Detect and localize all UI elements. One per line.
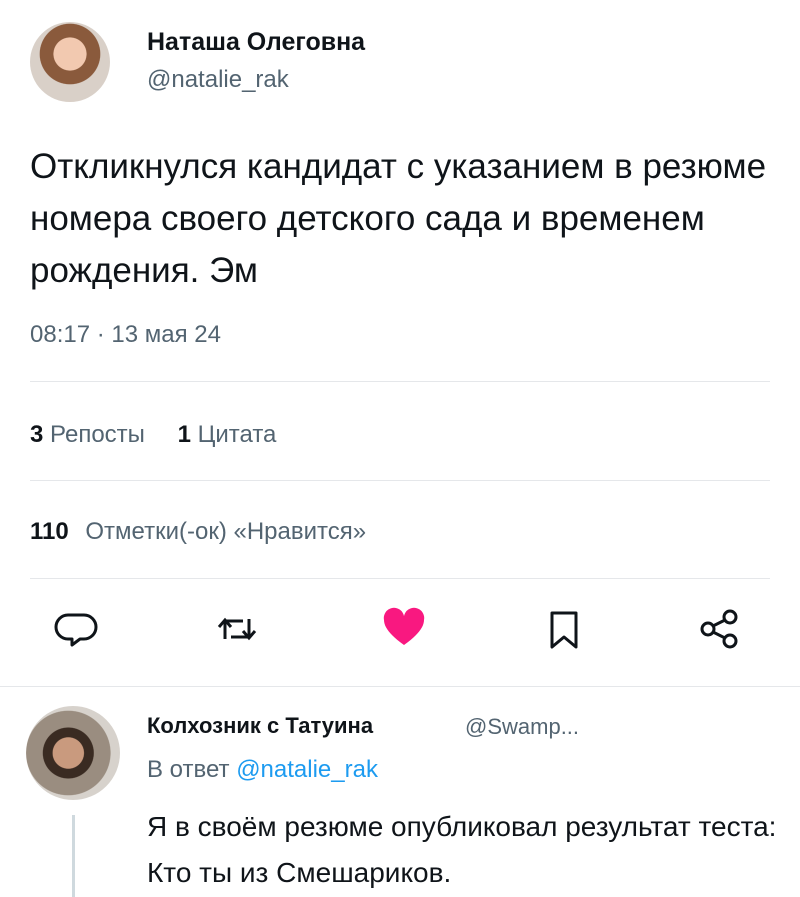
share-button[interactable] xyxy=(696,605,744,653)
bookmark-icon xyxy=(550,611,578,649)
divider xyxy=(30,381,770,382)
reply-text: Я в своём резюме опубликовал результат т… xyxy=(147,811,777,888)
quotes-label: Цитата xyxy=(197,421,277,448)
likes-stat[interactable]: 110 Отметки(-ок) «Нравится» xyxy=(30,518,366,546)
like-button[interactable] xyxy=(380,605,428,653)
quotes-stat[interactable]: 1 Цитата xyxy=(178,421,277,448)
divider xyxy=(0,686,800,687)
reply-to-line: В ответ @natalie_rak xyxy=(147,756,378,784)
tweet-text: Откликнулся кандидат с указанием в резюм… xyxy=(30,147,767,290)
repost-icon xyxy=(217,617,257,641)
reply-to-mention[interactable]: @natalie_rak xyxy=(236,756,378,783)
heart-icon xyxy=(383,607,425,645)
author-name[interactable]: Наташа Олеговна xyxy=(147,28,365,57)
action-bar xyxy=(0,595,800,665)
reposts-stat[interactable]: 3 Репосты xyxy=(30,421,145,448)
reply-author-avatar[interactable] xyxy=(26,706,120,800)
author-handle[interactable]: @natalie_rak xyxy=(147,66,289,94)
reply-author-name[interactable]: Колхозник с Татуина xyxy=(147,713,373,739)
reply-to-prefix: В ответ xyxy=(147,756,230,783)
likes-label: Отметки(-ок) «Нравится» xyxy=(85,518,367,545)
reply-icon xyxy=(54,613,98,647)
share-icon xyxy=(700,609,738,649)
reposts-count: 3 xyxy=(30,421,44,448)
quotes-count: 1 xyxy=(177,421,191,448)
tweet-timestamp[interactable]: 08:17 · 13 мая 24 xyxy=(30,321,221,349)
reply-author-handle[interactable]: @Swamp... xyxy=(465,714,579,740)
reply-button[interactable] xyxy=(54,605,102,653)
author-avatar[interactable] xyxy=(30,22,110,102)
divider xyxy=(30,578,770,579)
likes-count: 110 xyxy=(30,518,69,545)
bookmark-button[interactable] xyxy=(540,605,588,653)
thread-line xyxy=(72,815,75,897)
repost-button[interactable] xyxy=(213,605,261,653)
repost-quote-stats: 3 Репосты 1 Цитата xyxy=(30,421,276,449)
divider xyxy=(30,480,770,481)
reposts-label: Репосты xyxy=(50,421,145,448)
